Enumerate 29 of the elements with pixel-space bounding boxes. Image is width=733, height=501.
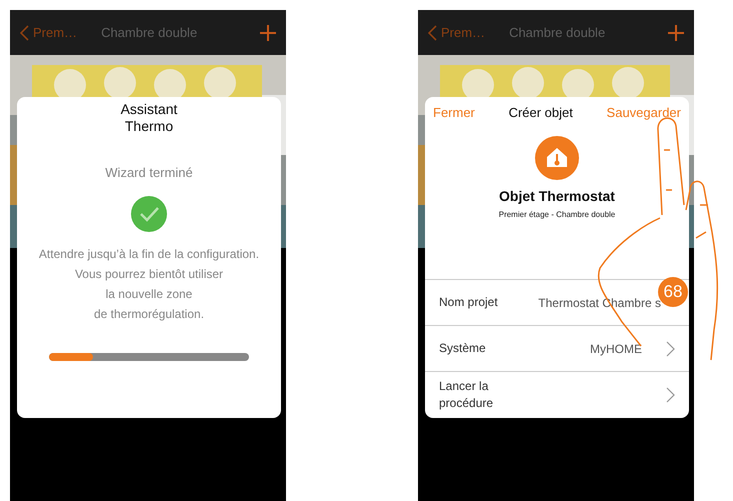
settings-row[interactable]: Système MyHOME (425, 326, 689, 372)
add-icon[interactable] (668, 24, 684, 40)
screen-title: Chambre double (509, 25, 606, 40)
back-button[interactable]: Prem… (428, 24, 486, 40)
object-location: Premier étage - Chambre double (498, 210, 616, 219)
back-icon (20, 24, 29, 40)
row-value: MyHOME (589, 342, 643, 356)
chevron-icon (666, 340, 675, 356)
screen-title: Chambre double (101, 25, 198, 40)
chevron-icon (666, 387, 675, 403)
message-text: la nouvelle zone (106, 286, 192, 303)
status-text: Wizard terminé (105, 165, 193, 180)
dialog-title: Créer objet (508, 105, 573, 120)
thermostat-house-icon (535, 136, 579, 180)
close-button[interactable]: Fermer (433, 105, 475, 120)
back-button[interactable]: Prem… (20, 24, 78, 40)
row-label: Lancer la procédure (439, 378, 494, 412)
row-label: Système (439, 340, 487, 357)
dialog-title: Assistant Thermo (120, 101, 178, 135)
add-icon[interactable] (260, 24, 276, 40)
settings-row[interactable]: Lancer la procédure (425, 372, 689, 418)
back-icon (428, 24, 437, 40)
message-text: Vous pourrez bientôt utiliser (74, 266, 224, 283)
save-button[interactable]: Sauvegarder (606, 105, 681, 120)
row-label: Nom projet (439, 294, 499, 311)
message-text: Attendre jusqu’à la fin de la configuration. (38, 246, 260, 263)
check-icon (131, 196, 167, 232)
message-text: de thermorégulation. (94, 306, 204, 323)
object-name: Objet Thermostat (499, 188, 615, 204)
